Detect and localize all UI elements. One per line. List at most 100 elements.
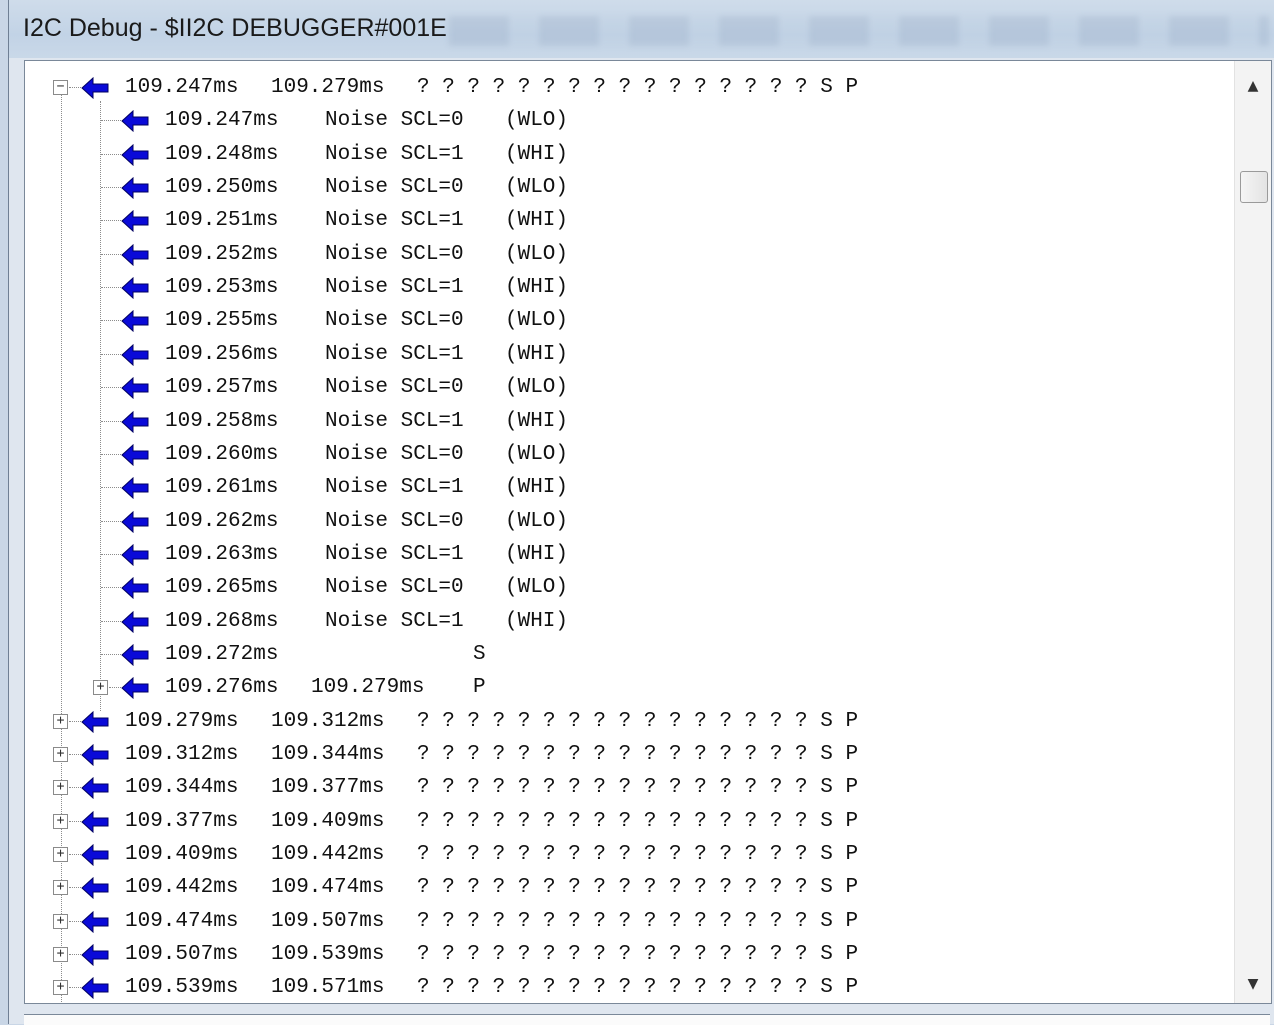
tree-connector xyxy=(101,620,123,622)
collapse-icon[interactable]: − xyxy=(53,80,68,95)
event-row[interactable]: 109.256ms Noise SCL=1 (WHI) xyxy=(25,338,1235,371)
event-row[interactable]: 109.265ms Noise SCL=0 (WLO) xyxy=(25,571,1235,604)
event-row[interactable]: 109.255ms Noise SCL=0 (WLO) xyxy=(25,304,1235,337)
event-row[interactable]: 109.253ms Noise SCL=1 (WHI) xyxy=(25,271,1235,304)
tree-connector xyxy=(101,187,123,189)
start-time: 109.507ms xyxy=(125,943,239,967)
start-time: 109.247ms xyxy=(165,109,279,133)
left-arrow-icon xyxy=(121,177,149,200)
start-time: 109.279ms xyxy=(125,709,239,733)
window-title: I2C Debug - $II2C DEBUGGER#001E xyxy=(23,14,447,42)
event-type: Noise SCL=1 xyxy=(325,276,464,300)
event-row[interactable]: 109.263ms Noise SCL=1 (WHI) xyxy=(25,538,1235,571)
vertical-scrollbar[interactable]: ▲ ▼ xyxy=(1234,61,1271,1003)
event-row[interactable]: 109.251ms Noise SCL=1 (WHI) xyxy=(25,204,1235,237)
data-bytes: ? ? ? ? ? ? ? ? ? ? ? ? ? ? ? ? S P xyxy=(417,943,859,967)
data-bytes: ? ? ? ? ? ? ? ? ? ? ? ? ? ? ? ? S P xyxy=(417,709,859,733)
transaction-row[interactable]: +109.442ms 109.474ms ? ? ? ? ? ? ? ? ? ? ?… xyxy=(25,871,1235,904)
event-type: Noise SCL=1 xyxy=(325,142,464,166)
left-arrow-icon xyxy=(121,343,149,366)
event-type: Noise SCL=0 xyxy=(325,576,464,600)
transaction-row[interactable]: +109.377ms 109.409ms ? ? ? ? ? ? ? ? ? ? ?… xyxy=(25,805,1235,838)
event-row[interactable]: 109.268ms Noise SCL=1 (WHI) xyxy=(25,605,1235,638)
event-row[interactable]: 109.260ms Noise SCL=0 (WLO) xyxy=(25,438,1235,471)
transaction-row[interactable]: +109.312ms 109.344ms ? ? ? ? ? ? ? ? ? ? ?… xyxy=(25,738,1235,771)
data-bytes: ? ? ? ? ? ? ? ? ? ? ? ? ? ? ? ? S P xyxy=(417,743,859,766)
event-row[interactable]: 109.250ms Noise SCL=0 (WLO) xyxy=(25,171,1235,204)
start-time: 109.474ms xyxy=(125,909,239,933)
transaction-row[interactable]: +109.279ms 109.312ms ? ? ? ? ? ? ? ? ? ? ?… xyxy=(25,705,1235,738)
event-detail: (WLO) xyxy=(505,442,569,466)
expand-icon[interactable]: + xyxy=(53,880,68,896)
tree-connector xyxy=(101,487,123,489)
transaction-row[interactable]: +109.344ms 109.377ms ? ? ? ? ? ? ? ? ? ? ?… xyxy=(25,771,1235,804)
expand-icon[interactable]: + xyxy=(93,680,108,696)
event-row[interactable]: 109.248ms Noise SCL=1 (WHI) xyxy=(25,138,1235,171)
transaction-row[interactable]: +109.507ms 109.539ms ? ? ? ? ? ? ? ? ? ? ?… xyxy=(25,938,1235,971)
transaction-tree[interactable]: − 109.247ms 109.279ms ? ? ? ? ? ? ? ? ? ? ?… xyxy=(25,61,1235,1003)
event-type: Noise SCL=0 xyxy=(325,176,464,200)
event-type: Noise SCL=1 xyxy=(325,476,464,500)
event-row[interactable]: 109.247ms Noise SCL=0 (WLO) xyxy=(25,104,1235,137)
event-type: Noise SCL=1 xyxy=(325,209,464,233)
event-detail: (WLO) xyxy=(505,176,569,200)
expand-icon[interactable]: + xyxy=(53,747,68,762)
transaction-row[interactable]: +109.409ms 109.442ms ? ? ? ? ? ? ? ? ? ? ?… xyxy=(25,838,1235,871)
left-arrow-icon xyxy=(81,810,109,833)
start-time: 109.265ms xyxy=(165,576,279,600)
scroll-thumb[interactable] xyxy=(1240,171,1268,203)
event-row[interactable]: 109.272ms S xyxy=(25,638,1235,671)
transaction-row[interactable]: − 109.247ms 109.279ms ? ? ? ? ? ? ? ? ? ? ?… xyxy=(25,71,1235,104)
start-time: 109.272ms xyxy=(165,642,279,666)
start-time: 109.344ms xyxy=(125,776,239,800)
left-arrow-icon xyxy=(121,510,149,533)
tree-connector xyxy=(101,453,123,455)
scroll-up-icon[interactable]: ▲ xyxy=(1235,71,1271,101)
event-row[interactable]: 109.258ms Noise SCL=1 (WHI) xyxy=(25,405,1235,438)
expand-icon[interactable]: + xyxy=(53,980,68,996)
left-arrow-icon xyxy=(81,844,109,867)
event-row[interactable]: 109.261ms Noise SCL=1 (WHI) xyxy=(25,471,1235,504)
event-type: Noise SCL=0 xyxy=(325,309,464,333)
tree-connector xyxy=(101,320,123,322)
event-detail: (WLO) xyxy=(505,242,569,266)
transaction-row[interactable]: +109.474ms 109.507ms ? ? ? ? ? ? ? ? ? ? ?… xyxy=(25,905,1235,938)
expand-icon[interactable]: + xyxy=(53,913,68,929)
scroll-down-icon[interactable]: ▼ xyxy=(1235,969,1271,999)
event-detail: (WHI) xyxy=(505,409,569,433)
left-arrow-icon xyxy=(121,443,149,466)
start-time: 109.263ms xyxy=(165,542,279,566)
start-time: 109.247ms xyxy=(125,76,239,99)
event-row[interactable]: +109.276ms 109.279ms P xyxy=(25,671,1235,704)
data-bytes: ? ? ? ? ? ? ? ? ? ? ? ? ? ? ? ? S P xyxy=(417,976,859,1000)
transaction-row[interactable]: +109.539ms 109.571ms ? ? ? ? ? ? ? ? ? ? ?… xyxy=(25,971,1235,1003)
event-type: Noise SCL=0 xyxy=(325,376,464,400)
left-arrow-icon xyxy=(121,477,149,500)
expand-icon[interactable]: + xyxy=(53,780,68,796)
event-detail: (WLO) xyxy=(505,376,569,400)
left-arrow-icon xyxy=(121,677,149,700)
event-detail: S xyxy=(473,642,486,666)
event-type: Noise SCL=1 xyxy=(325,409,464,433)
end-time: 109.279ms xyxy=(311,676,425,700)
title-bar[interactable]: I2C Debug - $II2C DEBUGGER#001E xyxy=(9,0,1274,58)
start-time: 109.377ms xyxy=(125,809,239,833)
event-row[interactable]: 109.257ms Noise SCL=0 (WLO) xyxy=(25,371,1235,404)
event-row[interactable]: 109.252ms Noise SCL=0 (WLO) xyxy=(25,238,1235,271)
end-time: 109.474ms xyxy=(271,876,385,900)
tree-connector xyxy=(69,954,81,956)
expand-icon[interactable]: + xyxy=(53,947,68,963)
event-detail: (WHI) xyxy=(505,542,569,566)
expand-icon[interactable]: + xyxy=(53,847,68,863)
event-detail: (WHI) xyxy=(505,476,569,500)
expand-icon[interactable]: + xyxy=(53,813,68,829)
left-arrow-icon xyxy=(81,877,109,900)
expand-icon[interactable]: + xyxy=(53,713,68,729)
tree-connector xyxy=(101,253,123,255)
data-bytes: ? ? ? ? ? ? ? ? ? ? ? ? ? ? ? ? S P xyxy=(417,843,859,867)
start-time: 109.257ms xyxy=(165,376,279,400)
event-row[interactable]: 109.262ms Noise SCL=0 (WLO) xyxy=(25,505,1235,538)
left-arrow-icon xyxy=(121,143,149,166)
data-bytes: ? ? ? ? ? ? ? ? ? ? ? ? ? ? ? ? S P xyxy=(417,76,859,99)
end-time: 109.507ms xyxy=(271,909,385,933)
